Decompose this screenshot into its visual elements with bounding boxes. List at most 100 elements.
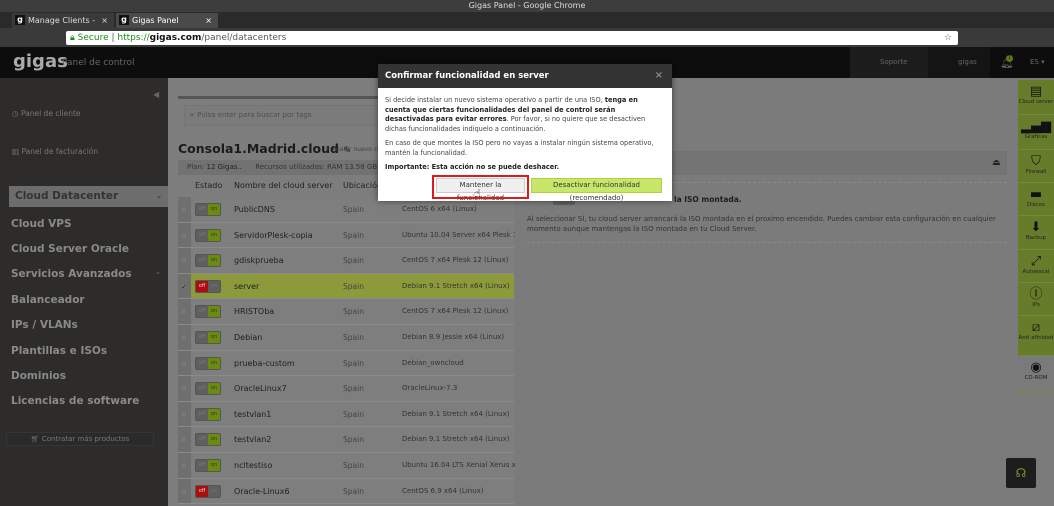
rail-label: CD-ROM bbox=[1024, 375, 1048, 381]
table-row[interactable]: off on ncltestiso Spain Ubuntu 16.04 LTS … bbox=[178, 452, 527, 479]
table-row[interactable]: ✓ off on server Spain Debian 9.1 Stretch … bbox=[178, 273, 514, 300]
sidebar-item-plantillas[interactable]: Plantillas e ISOs bbox=[11, 345, 107, 357]
rail-item-anti-affinity[interactable]: ⧄ Anti afinidad bbox=[1018, 316, 1054, 356]
power-toggle[interactable]: off on bbox=[195, 484, 221, 498]
sidebar-item-cloud-datacenter[interactable]: Cloud Datacenter ⌄ bbox=[9, 186, 168, 207]
support-menu[interactable]: Soporte técnico ▾ bbox=[850, 47, 928, 97]
table-row[interactable]: off on ServidorPlesk-copia Spain Ubuntu 1… bbox=[178, 222, 529, 249]
bell-icon[interactable]: 🔔︎ bbox=[995, 47, 1015, 78]
star-icon[interactable]: ☆ bbox=[944, 31, 952, 45]
add-server-link[interactable]: + Añadir nuevo clo bbox=[325, 146, 382, 153]
table-row[interactable]: off on gdiskprueba Spain CentOS 7 x64 Ple… bbox=[178, 248, 514, 274]
table-row[interactable]: off on testvlan1 Spain Debian 9.1 Stretch… bbox=[178, 401, 514, 428]
table-row[interactable]: off on HRISTOba Spain CentOS 7 x64 Plesk … bbox=[178, 299, 514, 325]
chevron-down-icon[interactable]: ⌄ bbox=[155, 268, 161, 276]
sidebar-item-dominios[interactable]: Dominios bbox=[11, 370, 66, 382]
table-row[interactable]: off on OracleLinux7 Spain OracleLinux-7.3 bbox=[178, 376, 514, 402]
sidebar-client-panel[interactable]: ◷ Panel de cliente bbox=[12, 109, 81, 118]
sidebar-item-cloud-vps[interactable]: Cloud VPS bbox=[11, 218, 72, 230]
rail-item-ips[interactable]: Ⓘ IPs bbox=[1018, 283, 1054, 316]
rail-item-bar-chart[interactable]: ▂▄▆ Graficas bbox=[1018, 115, 1054, 150]
table-row[interactable]: off on Oracle-Linux6 Spain CentOS 6.9 x64… bbox=[178, 478, 514, 505]
power-toggle[interactable]: off on bbox=[195, 356, 221, 370]
toggle-off: off bbox=[198, 206, 206, 212]
toggle-on: on bbox=[208, 331, 220, 343]
row-checkbox[interactable] bbox=[180, 257, 187, 265]
rail-label: Autoescal bbox=[1022, 269, 1050, 275]
power-toggle[interactable]: off on bbox=[195, 382, 221, 396]
sidebar-item-cloud-server-oracle[interactable]: Cloud Server Oracle bbox=[11, 243, 129, 255]
rail-item-server[interactable]: ▤ Cloud server bbox=[1018, 80, 1054, 115]
rail-item-cdrom[interactable]: ◉ CD-ROM bbox=[1018, 356, 1054, 392]
user-menu[interactable]: gigas com ▾ bbox=[928, 47, 990, 97]
server-location: Spain bbox=[343, 358, 364, 368]
rail-item-disk[interactable]: ▬ Discos bbox=[1018, 183, 1054, 216]
row-checkbox[interactable] bbox=[180, 461, 187, 469]
column-header-state[interactable]: Estado bbox=[195, 181, 222, 190]
close-icon[interactable]: × bbox=[655, 64, 663, 88]
power-toggle[interactable]: off on bbox=[195, 254, 221, 268]
secure-label: Secure bbox=[77, 33, 109, 43]
disable-functionality-button[interactable]: Desactivar funcionalidad (recomendado) bbox=[531, 178, 662, 202]
rail-item-backup[interactable]: ⬇ Backup bbox=[1018, 216, 1054, 250]
server-name[interactable]: HRISTOba bbox=[234, 307, 274, 316]
url-path: /panel/datacenters bbox=[201, 33, 287, 43]
power-toggle[interactable]: off on bbox=[195, 458, 221, 472]
close-icon[interactable]: × bbox=[205, 13, 212, 28]
server-name[interactable]: ncltestiso bbox=[234, 461, 272, 470]
collapse-icon[interactable]: ◀ bbox=[153, 90, 159, 99]
column-header-name[interactable]: Nombre del cloud server bbox=[234, 181, 333, 190]
column-header-location[interactable]: Ubicación bbox=[343, 181, 382, 190]
sidebar-item-licencias[interactable]: Licencias de software bbox=[11, 395, 139, 407]
server-name[interactable]: prueba-custom bbox=[234, 359, 295, 368]
server-name[interactable]: server bbox=[234, 282, 259, 291]
row-checkbox[interactable] bbox=[180, 359, 187, 367]
sidebar-item-ips-vlans[interactable]: IPs / VLANs bbox=[11, 319, 78, 331]
server-os: Debian 8.9 Jessie x64 (Linux) bbox=[402, 332, 505, 341]
row-checkbox[interactable] bbox=[180, 436, 187, 444]
power-toggle[interactable]: off on bbox=[195, 305, 221, 319]
sidebar-billing-panel[interactable]: ▥ Panel de facturación bbox=[12, 147, 98, 156]
row-checkbox[interactable] bbox=[180, 385, 187, 393]
language-menu[interactable]: ES ▾ bbox=[1030, 47, 1045, 78]
address-bar[interactable]: 🔒︎ Secure | https://gigas.com/panel/data… bbox=[66, 31, 958, 45]
server-location: Spain bbox=[343, 230, 364, 240]
sidebar-item-balanceador[interactable]: Balanceador bbox=[11, 294, 85, 306]
server-name[interactable]: gdiskprueba bbox=[234, 256, 284, 265]
power-toggle[interactable]: off on bbox=[195, 228, 221, 242]
rail-item-shield[interactable]: ⛉ Firewall bbox=[1018, 150, 1054, 183]
power-toggle[interactable]: off on bbox=[195, 279, 221, 293]
row-checkbox[interactable]: ✓ bbox=[180, 282, 187, 290]
chat-support-icon[interactable]: ☊ bbox=[1006, 458, 1036, 488]
server-name[interactable]: OracleLinux7 bbox=[234, 384, 287, 393]
server-name[interactable]: ServidorPlesk-copia bbox=[234, 231, 313, 240]
row-checkbox[interactable] bbox=[180, 333, 187, 341]
row-checkbox[interactable] bbox=[180, 231, 187, 239]
tab-gigas-panel[interactable]: g Gigas Panel × bbox=[116, 13, 218, 28]
table-row[interactable]: off on Debian Spain Debian 8.9 Jessie x64… bbox=[178, 324, 514, 351]
server-name[interactable]: testvlan1 bbox=[234, 410, 271, 419]
table-row[interactable]: off on prueba-custom Spain Debian_ownclou… bbox=[178, 350, 514, 377]
rail-item-resize[interactable]: ⤢ Autoescal bbox=[1018, 250, 1054, 283]
chevron-down-icon: ⌄ bbox=[156, 192, 162, 200]
power-toggle[interactable]: off on bbox=[195, 203, 221, 216]
power-toggle[interactable]: off on bbox=[195, 433, 221, 447]
close-icon[interactable]: × bbox=[101, 13, 108, 28]
server-name[interactable]: testvlan2 bbox=[234, 435, 271, 444]
sidebar-item-servicios-avanzados[interactable]: Servicios Avanzados bbox=[11, 268, 132, 280]
power-toggle[interactable]: off on bbox=[195, 330, 221, 344]
table-row[interactable]: off on testvlan2 Spain Debian 9.1 Stretch… bbox=[178, 427, 514, 453]
eject-icon[interactable]: ⏏ bbox=[992, 158, 1001, 168]
title-text: Consola1.Madrid.cloud bbox=[178, 141, 339, 156]
server-name[interactable]: Debian bbox=[234, 333, 262, 342]
row-checkbox[interactable] bbox=[180, 410, 187, 418]
row-checkbox[interactable] bbox=[180, 206, 187, 213]
power-toggle[interactable]: off on bbox=[195, 407, 221, 421]
row-checkbox[interactable] bbox=[180, 308, 187, 316]
logo[interactable]: gigas bbox=[13, 51, 68, 72]
server-name[interactable]: Oracle-Linux6 bbox=[234, 487, 290, 496]
row-checkbox[interactable] bbox=[180, 487, 187, 495]
server-name[interactable]: PublicDNS bbox=[234, 205, 275, 214]
tab-manage-clients[interactable]: gManage Clients - Giga× bbox=[12, 13, 114, 40]
buy-more-button[interactable]: 🛒︎ Contratar más productos bbox=[6, 432, 154, 446]
